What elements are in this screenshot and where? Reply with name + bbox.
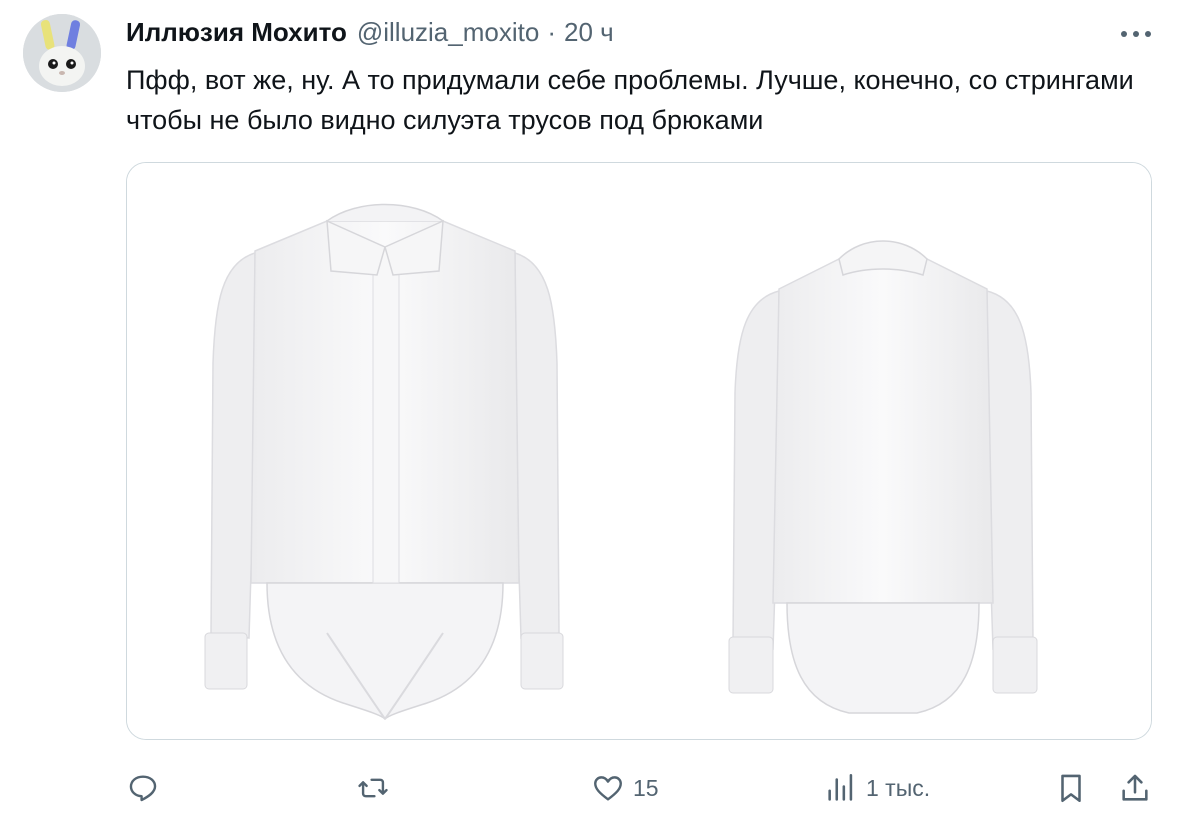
reply-button[interactable] (126, 766, 168, 810)
share-button[interactable] (1118, 766, 1152, 810)
like-button[interactable]: 15 (591, 766, 659, 810)
tweet-header: Иллюзия Мохито @illuzia_moxito · 20 ч (126, 17, 614, 51)
bookmark-icon (1054, 771, 1088, 805)
heart-icon (591, 771, 625, 805)
bunny-avatar-icon (23, 14, 101, 92)
more-options-button[interactable] (1116, 22, 1156, 46)
tweet-media[interactable] (126, 162, 1152, 740)
bookmark-button[interactable] (1054, 766, 1088, 810)
like-count: 15 (633, 774, 659, 801)
meta-separator: · (547, 17, 556, 47)
reply-icon (126, 771, 160, 805)
more-dots-icon (1121, 31, 1151, 37)
avatar[interactable] (23, 14, 101, 92)
views-button[interactable]: 1 тыс. (824, 766, 930, 810)
tweet-time[interactable]: 20 ч (564, 17, 614, 47)
views-chart-icon (824, 771, 858, 805)
views-count: 1 тыс. (866, 774, 931, 801)
author-display-name[interactable]: Иллюзия Мохито (126, 17, 347, 48)
tweet-text: Пфф, вот же, ну. А то придумали себе про… (126, 65, 1134, 135)
author-handle[interactable]: @illuzia_moxito (357, 17, 539, 47)
tweet-actions: 15 1 тыс. (126, 766, 1156, 810)
media-image (127, 163, 1151, 739)
share-icon (1118, 771, 1152, 805)
retweet-button[interactable] (356, 766, 398, 810)
author-meta: @illuzia_moxito · 20 ч (357, 17, 614, 48)
retweet-icon (356, 771, 390, 805)
